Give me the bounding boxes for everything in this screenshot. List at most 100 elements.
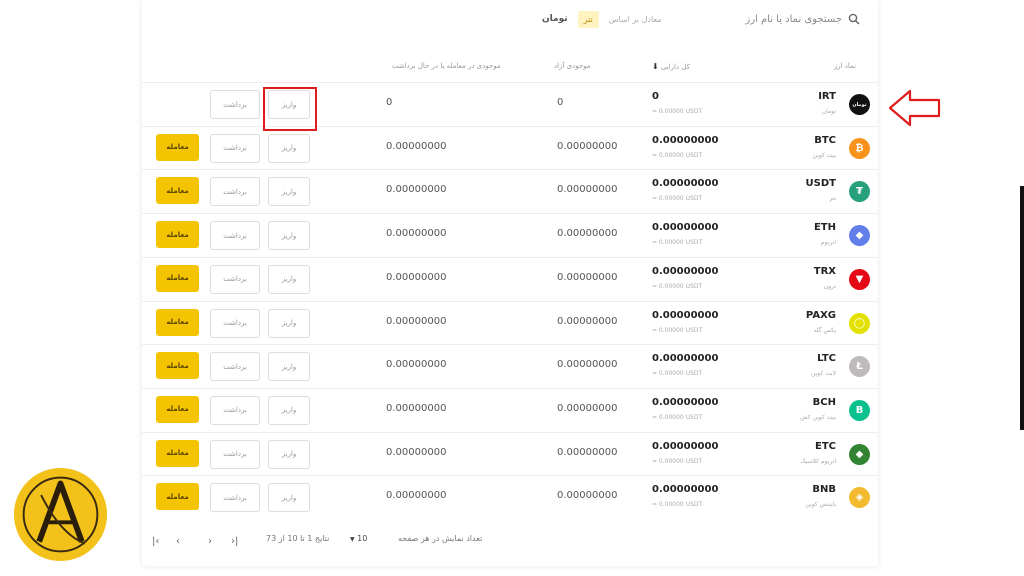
- chevron-down-icon: ▼: [350, 536, 355, 543]
- asset-symbol: IRT: [818, 91, 836, 102]
- table-row: B BCH بیت کوین کش 0.00000000 ≈ 0.00000 U…: [142, 387, 878, 432]
- binance-icon: ◈: [849, 487, 870, 509]
- usdt-equivalent: ≈ 0.00000 USDT: [652, 326, 703, 334]
- table-row: ◆ ETH اتریوم 0.00000000 ≈ 0.00000 USDT 0…: [142, 213, 878, 257]
- total-balance: 0: [652, 91, 659, 102]
- table-row: تومان IRT تومان 0 ≈ 0.00000 USDT 0 0 وار…: [142, 82, 878, 126]
- available-balance: 0.00000000: [557, 315, 618, 327]
- trade-button[interactable]: معامله: [156, 177, 199, 205]
- withdraw-button[interactable]: برداشت: [210, 177, 260, 207]
- asset-name: تومان: [821, 108, 836, 115]
- withdraw-button[interactable]: برداشت: [210, 439, 260, 469]
- litecoin-icon: Ł: [849, 356, 870, 378]
- available-balance: 0.00000000: [557, 228, 618, 240]
- available-balance: 0.00000000: [557, 271, 618, 283]
- trade-button[interactable]: معامله: [156, 133, 199, 161]
- toggle-hint: معادل بر اساس: [608, 14, 662, 24]
- deposit-button[interactable]: واریز: [268, 177, 310, 207]
- search-box[interactable]: جستجوی نماد یا نام ارز: [720, 10, 860, 28]
- trade-button[interactable]: معامله: [156, 264, 199, 292]
- deposit-button[interactable]: واریز: [268, 264, 310, 294]
- trade-button[interactable]: معامله: [156, 352, 199, 380]
- per-page-value: 10: [357, 534, 368, 543]
- trade-button[interactable]: معامله: [156, 221, 199, 249]
- usdt-equivalent: ≈ 0.00000 USDT: [652, 239, 703, 247]
- total-balance: 0.00000000: [652, 309, 719, 321]
- first-page-icon[interactable]: |‹: [152, 536, 159, 547]
- table-row: ◈ BNB بایننس کوین 0.00000000 ≈ 0.00000 U…: [142, 475, 878, 519]
- withdraw-button[interactable]: برداشت: [210, 133, 260, 163]
- header-asset: نماد ارز: [833, 62, 856, 70]
- brand-logo-icon: [13, 467, 108, 562]
- asset-symbol: LTC: [817, 353, 836, 365]
- deposit-button[interactable]: واریز: [268, 308, 310, 338]
- in-order-balance: 0.00000000: [386, 228, 447, 240]
- asset-name: اتریوم کلاسیک: [800, 457, 836, 465]
- next-page-icon[interactable]: ›: [208, 536, 212, 547]
- withdraw-button[interactable]: برداشت: [210, 352, 260, 382]
- asset-symbol: BNB: [812, 484, 836, 496]
- total-balance: 0.00000000: [652, 353, 719, 365]
- usdt-equivalent: ≈ 0.00000 USDT: [652, 370, 703, 378]
- withdraw-button[interactable]: برداشت: [210, 308, 260, 338]
- usdt-equivalent: ≈ 0.00000 USDT: [652, 501, 703, 509]
- in-order-balance: 0.00000000: [386, 140, 447, 152]
- withdraw-button[interactable]: برداشت: [210, 221, 260, 251]
- header-total-label: کل دارایی: [660, 63, 690, 71]
- trade-button[interactable]: معامله: [156, 308, 199, 336]
- deposit-button[interactable]: واریز: [268, 352, 310, 382]
- asset-symbol: TRX: [813, 265, 836, 277]
- deposit-button[interactable]: واریز: [268, 221, 310, 251]
- total-balance: 0.00000000: [652, 484, 719, 496]
- tether-icon: ₮: [849, 181, 870, 203]
- total-balance: 0.00000000: [652, 396, 719, 408]
- in-order-balance: 0.00000000: [386, 490, 447, 502]
- deposit-button[interactable]: واریز: [268, 395, 310, 425]
- last-page-icon[interactable]: ›|: [231, 536, 238, 547]
- available-balance: 0.00000000: [557, 402, 618, 414]
- header-available: موجودی آزاد: [554, 62, 591, 70]
- trade-button[interactable]: معامله: [156, 395, 199, 423]
- deposit-button[interactable]: واریز: [268, 133, 310, 163]
- asset-name: لایت کوین: [810, 370, 836, 378]
- available-balance: 0.00000000: [557, 359, 618, 371]
- toggle-tether[interactable]: تتر: [577, 10, 599, 28]
- available-balance: 0: [557, 97, 564, 108]
- total-balance: 0.00000000: [652, 265, 719, 277]
- table-row: ₮ USDT تتر 0.00000000 ≈ 0.00000 USDT 0.0…: [142, 169, 878, 213]
- withdraw-button[interactable]: برداشت: [210, 395, 260, 425]
- asset-name: بیت کوین: [812, 151, 836, 159]
- withdraw-button[interactable]: برداشت: [210, 264, 260, 294]
- available-balance: 0.00000000: [557, 140, 618, 152]
- deposit-button[interactable]: واریز: [268, 483, 310, 513]
- trade-button[interactable]: معامله: [156, 439, 199, 467]
- header-in-order: موجودی در معامله یا در حال برداشت: [392, 62, 501, 70]
- scrollbar[interactable]: [1020, 186, 1024, 430]
- total-balance: 0.00000000: [652, 440, 719, 452]
- asset-name: ترون: [823, 282, 836, 290]
- deposit-highlight-box: [263, 87, 317, 131]
- available-balance: 0.00000000: [557, 490, 618, 502]
- table-row: ▼ TRX ترون 0.00000000 ≈ 0.00000 USDT 0.0…: [142, 256, 878, 301]
- trade-button[interactable]: معامله: [156, 483, 199, 511]
- header-total[interactable]: ⬇ کل دارایی: [652, 62, 690, 71]
- asset-symbol: ETH: [813, 222, 836, 234]
- usdt-equivalent: ≈ 0.00000 USDT: [652, 108, 703, 115]
- search-placeholder[interactable]: جستجوی نماد یا نام ارز: [745, 14, 842, 25]
- table-row: ₿ BTC بیت کوین 0.00000000 ≈ 0.00000 USDT…: [142, 125, 878, 170]
- deposit-button[interactable]: واریز: [268, 439, 310, 469]
- per-page-select[interactable]: ▼ 10: [350, 534, 367, 543]
- asset-name: بیت کوین کش: [800, 413, 836, 421]
- prev-page-icon[interactable]: ‹: [176, 536, 180, 547]
- asset-name: بایننس کوین: [805, 501, 836, 509]
- total-balance: 0.00000000: [652, 222, 719, 234]
- search-icon: [848, 13, 860, 25]
- withdraw-button[interactable]: برداشت: [210, 483, 260, 513]
- in-order-balance: 0.00000000: [386, 402, 447, 414]
- asset-name: پکس گلد: [813, 326, 836, 334]
- asset-name: تتر: [829, 195, 836, 203]
- withdraw-button[interactable]: برداشت: [210, 90, 260, 119]
- ethereum-classic-icon: ◆: [849, 443, 870, 465]
- results-range: نتایج 1 تا 10 از 73: [266, 534, 330, 543]
- toggle-toman[interactable]: تومان: [542, 14, 568, 24]
